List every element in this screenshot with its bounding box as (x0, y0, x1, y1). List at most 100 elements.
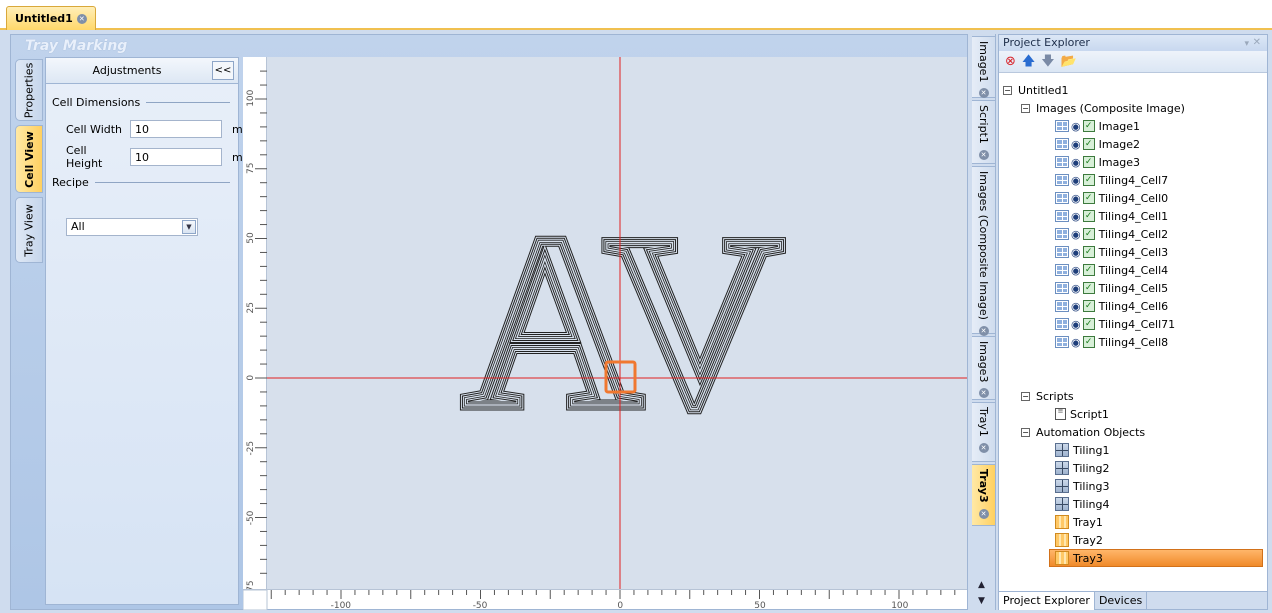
tree-item-image[interactable]: ◉ ✓ Tiling4_Cell1 (1055, 207, 1168, 225)
layers-icon[interactable] (1055, 120, 1069, 132)
enabled-checkbox[interactable]: ✓ (1082, 264, 1095, 276)
visibility-eye-icon[interactable]: ◉ (1071, 300, 1081, 313)
tree-group-automation[interactable]: − Automation Objects (1021, 423, 1145, 441)
tree-item-tray[interactable]: Tray2 (1055, 531, 1103, 549)
tree-group-images[interactable]: − Images (Composite Image) (1021, 99, 1185, 117)
layers-icon[interactable] (1055, 282, 1069, 294)
enabled-checkbox[interactable]: ✓ (1082, 228, 1095, 240)
enabled-checkbox[interactable]: ✓ (1082, 300, 1095, 312)
chevron-down-icon[interactable]: ▼ (182, 220, 196, 234)
layers-icon[interactable] (1055, 336, 1069, 348)
collapse-button[interactable]: << (212, 61, 234, 80)
layers-icon[interactable] (1055, 192, 1069, 204)
doc-tab-image3[interactable]: Image3 ✕ (972, 336, 996, 400)
tree-root[interactable]: − Untitled1 (1003, 81, 1069, 99)
tree-item-image[interactable]: ◉ ✓ Image1 (1055, 117, 1140, 135)
cell-height-input[interactable] (130, 148, 222, 166)
scroll-up-icon[interactable]: ▲ (978, 580, 985, 590)
doc-tab-images-composite[interactable]: Images (Composite Image) ✕ (972, 166, 996, 336)
tree-group-scripts[interactable]: − Scripts (1021, 387, 1074, 405)
close-icon[interactable]: ✕ (978, 88, 989, 99)
move-down-icon[interactable]: 🡇 (1041, 55, 1054, 68)
enabled-checkbox[interactable]: ✓ (1082, 336, 1095, 348)
visibility-eye-icon[interactable]: ◉ (1071, 192, 1081, 205)
doc-tab-image1[interactable]: Image1 ✕ (972, 36, 996, 99)
tree-item-tray[interactable]: Tray1 (1055, 513, 1103, 531)
tree-item-image[interactable]: ◉ ✓ Tiling4_Cell0 (1055, 189, 1168, 207)
close-icon[interactable]: ✕ (978, 442, 989, 453)
collapse-icon[interactable]: − (1003, 85, 1012, 95)
layers-icon[interactable] (1055, 138, 1069, 150)
visibility-eye-icon[interactable]: ◉ (1071, 318, 1081, 331)
doc-tab-script1[interactable]: Script1 ✕ (972, 100, 996, 164)
doc-tab-tray3[interactable]: Tray3 ✕ (972, 464, 996, 526)
tree-item-image[interactable]: ◉ ✓ Tiling4_Cell5 (1055, 279, 1168, 297)
enabled-checkbox[interactable]: ✓ (1082, 156, 1095, 168)
pin-icon[interactable]: ▾ (1244, 36, 1249, 52)
close-icon[interactable]: ✕ (978, 508, 989, 519)
visibility-eye-icon[interactable]: ◉ (1071, 120, 1081, 133)
collapse-icon[interactable]: − (1021, 103, 1030, 113)
tab-properties[interactable]: Properties (15, 59, 43, 121)
tree-item-tiling[interactable]: Tiling2 (1055, 459, 1110, 477)
close-icon[interactable]: ✕ (76, 13, 87, 24)
visibility-eye-icon[interactable]: ◉ (1071, 336, 1081, 349)
visibility-eye-icon[interactable]: ◉ (1071, 138, 1081, 151)
tree-item-image[interactable]: ◉ ✓ Tiling4_Cell4 (1055, 261, 1168, 279)
collapse-icon[interactable]: − (1021, 427, 1030, 437)
enabled-checkbox[interactable]: ✓ (1082, 210, 1095, 222)
tab-tray-view[interactable]: Tray View (15, 197, 43, 263)
visibility-eye-icon[interactable]: ◉ (1071, 282, 1081, 295)
recipe-dropdown[interactable]: All ▼ (66, 218, 198, 236)
tab-cell-view[interactable]: Cell View (15, 125, 43, 193)
tree-item-image[interactable]: ◉ ✓ Image2 (1055, 135, 1140, 153)
enabled-checkbox[interactable]: ✓ (1082, 174, 1095, 186)
enabled-checkbox[interactable]: ✓ (1082, 138, 1095, 150)
tree-item-image[interactable]: ◉ ✓ Image3 (1055, 153, 1140, 171)
move-up-icon[interactable]: 🡅 (1022, 55, 1035, 68)
visibility-eye-icon[interactable]: ◉ (1071, 246, 1081, 259)
close-icon[interactable]: ✕ (978, 325, 989, 336)
visibility-eye-icon[interactable]: ◉ (1071, 174, 1081, 187)
tree-item-image[interactable]: ◉ ✓ Tiling4_Cell2 (1055, 225, 1168, 243)
layers-icon[interactable] (1055, 156, 1069, 168)
tree-item-image[interactable]: ◉ ✓ Tiling4_Cell71 (1055, 315, 1175, 333)
close-icon[interactable]: ✕ (978, 388, 989, 399)
delete-icon[interactable]: ⊗ (1005, 55, 1016, 68)
tree-item-image[interactable]: ◉ ✓ Tiling4_Cell8 (1055, 333, 1168, 351)
layers-icon[interactable] (1055, 264, 1069, 276)
visibility-eye-icon[interactable]: ◉ (1071, 210, 1081, 223)
visibility-eye-icon[interactable]: ◉ (1071, 264, 1081, 277)
enabled-checkbox[interactable]: ✓ (1082, 318, 1095, 330)
layers-icon[interactable] (1055, 318, 1069, 330)
scroll-down-icon[interactable]: ▼ (978, 596, 985, 606)
enabled-checkbox[interactable]: ✓ (1082, 120, 1095, 132)
layers-icon[interactable] (1055, 300, 1069, 312)
enabled-checkbox[interactable]: ✓ (1082, 282, 1095, 294)
layers-icon[interactable] (1055, 228, 1069, 240)
close-panel-icon[interactable]: ✕ (1253, 35, 1261, 51)
open-folder-icon[interactable]: 📂 (1061, 55, 1077, 68)
tab-project-explorer[interactable]: Project Explorer (999, 592, 1095, 610)
tree-item-image[interactable]: ◉ ✓ Tiling4_Cell3 (1055, 243, 1168, 261)
tree-item-tiling[interactable]: Tiling4 (1055, 495, 1110, 513)
document-tab-untitled1[interactable]: Untitled1 ✕ (6, 6, 96, 30)
doc-tab-tray1[interactable]: Tray1 ✕ (972, 402, 996, 462)
collapse-icon[interactable]: − (1021, 391, 1030, 401)
tree-item-tiling[interactable]: Tiling1 (1055, 441, 1110, 459)
layers-icon[interactable] (1055, 174, 1069, 186)
cell-width-input[interactable] (130, 120, 222, 138)
close-icon[interactable]: ✕ (978, 149, 989, 160)
tree-item-image[interactable]: ◉ ✓ Tiling4_Cell7 (1055, 171, 1168, 189)
tab-devices[interactable]: Devices (1095, 592, 1148, 610)
visibility-eye-icon[interactable]: ◉ (1071, 228, 1081, 241)
layers-icon[interactable] (1055, 210, 1069, 222)
design-canvas[interactable]: AV (267, 57, 967, 589)
tree-item-tray[interactable]: Tray3 (1049, 549, 1263, 567)
visibility-eye-icon[interactable]: ◉ (1071, 156, 1081, 169)
layers-icon[interactable] (1055, 246, 1069, 258)
tree-item-script1[interactable]: ≡ Script1 (1055, 405, 1109, 423)
enabled-checkbox[interactable]: ✓ (1082, 246, 1095, 258)
tree-item-image[interactable]: ◉ ✓ Tiling4_Cell6 (1055, 297, 1168, 315)
enabled-checkbox[interactable]: ✓ (1082, 192, 1095, 204)
